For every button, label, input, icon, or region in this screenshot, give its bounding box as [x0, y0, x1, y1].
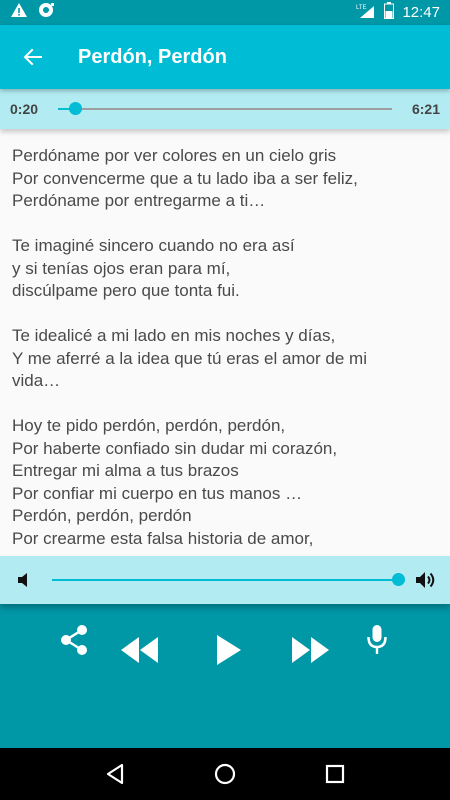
lyric-line — [12, 393, 438, 416]
lyric-line: Te imaginé sincero cuando no era así — [12, 236, 295, 255]
lyric-line: Entregar mi alma a tus brazos — [12, 461, 239, 480]
microphone-icon — [367, 625, 387, 654]
signal-icon: LTE — [356, 3, 376, 23]
lyric-line: Por convencerme que a tu lado iba a ser … — [12, 168, 358, 188]
svg-text:LTE: LTE — [356, 5, 367, 11]
nav-back-button[interactable] — [95, 754, 135, 794]
warning-icon — [10, 2, 28, 23]
back-button[interactable] — [18, 42, 48, 72]
arrow-back-icon — [23, 48, 42, 66]
lyric-line: Te idealicé a mi lado en mis noches y dí… — [12, 326, 336, 345]
rewind-button[interactable] — [116, 630, 162, 670]
lyric-line: Perdón, perdón, perdón — [12, 506, 192, 525]
recents-square-icon — [325, 764, 345, 784]
lyric-line: Hoy te pido perdón, perdón, perdón, — [12, 416, 286, 435]
playback-progress: 0:20 6:21 — [0, 89, 450, 129]
total-duration: 6:21 — [411, 101, 440, 117]
play-button[interactable] — [208, 630, 248, 670]
lyric-line: discúlpame pero que tonta fui. — [12, 281, 240, 300]
playback-controls — [0, 604, 450, 748]
app-bar: Perdón, Perdón — [0, 25, 450, 89]
lyric-line: Y me aferré a la idea que tú eras el amo… — [12, 348, 367, 368]
fast-forward-icon — [292, 637, 329, 663]
play-icon — [217, 635, 241, 665]
lyric-line: Perdóname por ver colores en un cielo gr… — [12, 146, 337, 165]
microphone-button[interactable] — [360, 622, 394, 658]
lyric-line: y si tenías ojos eran para mí, — [12, 258, 231, 278]
volume-slider[interactable] — [52, 573, 405, 586]
share-button[interactable] — [56, 622, 92, 658]
lyric-line: Por haberte confiado sin dudar mi corazó… — [12, 438, 338, 458]
song-title: Perdón, Perdón — [78, 45, 227, 68]
rewind-icon — [121, 637, 158, 663]
volume-down-icon[interactable] — [12, 568, 36, 592]
seek-thumb[interactable] — [68, 102, 82, 115]
back-triangle-icon — [106, 763, 124, 785]
lyric-line — [12, 303, 438, 326]
volume-bar — [0, 556, 450, 604]
lyric-line: Perdóname por entregarme a ti… — [12, 191, 266, 210]
lyric-line: Por crearme esta falsa historia de amor, — [12, 528, 314, 548]
battery-icon — [384, 2, 395, 23]
nav-home-button[interactable] — [205, 754, 245, 794]
home-circle-icon — [214, 763, 236, 785]
elapsed-time: 0:20 — [10, 101, 39, 117]
seek-bar[interactable] — [58, 102, 392, 115]
system-nav-bar — [0, 748, 450, 800]
status-time: 12:47 — [402, 4, 440, 21]
volume-thumb[interactable] — [392, 573, 405, 586]
nav-recents-button[interactable] — [315, 754, 355, 794]
lyric-line: Por confiar mi cuerpo en tus manos … — [12, 483, 303, 503]
lyric-line — [12, 213, 438, 236]
lyric-line: vida… — [12, 371, 61, 390]
notification-icon — [38, 2, 56, 23]
lyrics-panel[interactable]: Perdóname por ver colores en un cielo gr… — [0, 129, 450, 556]
status-bar: LTE 12:47 — [0, 0, 450, 25]
share-icon — [61, 625, 87, 655]
fast-forward-button[interactable] — [288, 630, 334, 670]
volume-up-icon[interactable] — [414, 568, 438, 592]
